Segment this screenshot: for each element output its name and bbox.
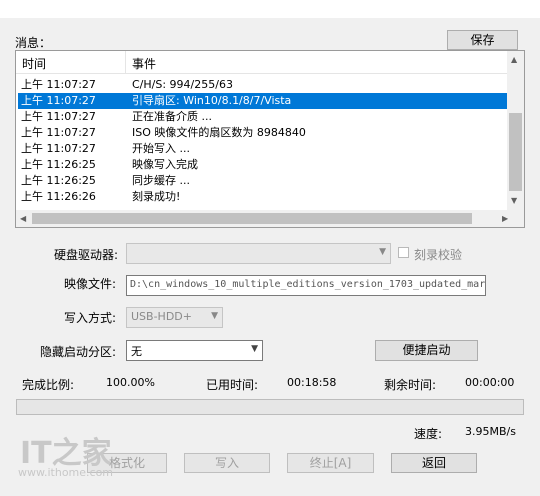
scroll-right-icon[interactable]: ▶ — [502, 214, 508, 224]
hidden-partition-select[interactable]: 无 ▼ — [126, 340, 263, 361]
scroll-down-icon[interactable]: ▼ — [511, 196, 517, 206]
remaining-label: 剩余时间: — [384, 378, 437, 392]
ithome-url: www.ithome.com — [18, 466, 114, 479]
list-item-event: 引导扇区: Win10/8.1/8/7/Vista — [132, 94, 292, 107]
list-item-time: 上午 11:07:27 — [21, 94, 96, 107]
abort-button[interactable]: 终止[A] — [287, 453, 374, 473]
write-mode-label: 写入方式: — [64, 311, 117, 325]
image-file-label: 映像文件: — [64, 277, 117, 291]
chevron-down-icon: ▼ — [251, 344, 258, 354]
list-item-time: 上午 11:07:27 — [21, 78, 96, 91]
list-item[interactable]: 上午 11:26:25 同步缓存 ... — [18, 173, 508, 189]
list-item-time: 上午 11:26:25 — [21, 158, 96, 171]
list-item[interactable]: 上午 11:26:26 刻录成功! — [18, 189, 508, 205]
list-item[interactable]: 上午 11:26:25 映像写入完成 — [18, 157, 508, 173]
verify-checkbox[interactable] — [398, 247, 409, 258]
scroll-up-icon[interactable]: ▲ — [511, 55, 517, 65]
list-item[interactable]: 上午 11:07:27 开始写入 ... — [18, 141, 508, 157]
list-item-event: 同步缓存 ... — [132, 174, 190, 187]
list-item[interactable]: 上午 11:07:27 ISO 映像文件的扇区数为 8984840 — [18, 125, 508, 141]
list-item-time: 上午 11:26:26 — [21, 190, 96, 203]
column-time[interactable]: 时间 — [22, 55, 46, 72]
vertical-scrollbar[interactable]: ▲ ▼ — [507, 51, 524, 211]
write-button[interactable]: 写入 — [184, 453, 270, 473]
write-mode-select[interactable]: USB-HDD+ ▼ — [126, 307, 223, 328]
disk-drive-select[interactable]: ▼ — [126, 243, 391, 264]
list-item-event: ISO 映像文件的扇区数为 8984840 — [132, 126, 306, 139]
column-event[interactable]: 事件 — [132, 55, 156, 72]
write-mode-value: USB-HDD+ — [131, 310, 192, 323]
elapsed-value: 00:18:58 — [287, 376, 337, 389]
list-item[interactable]: 上午 11:07:27 C/H/S: 994/255/63 — [18, 77, 508, 93]
list-item-event: 刻录成功! — [132, 190, 181, 203]
speed-value: 3.95MB/s — [465, 425, 516, 438]
message-list[interactable]: 时间 事件 上午 11:07:27 C/H/S: 994/255/63 上午 11:… — [15, 50, 525, 228]
list-item-time: 上午 11:26:25 — [21, 174, 96, 187]
back-button[interactable]: 返回 — [391, 453, 477, 473]
verify-label: 刻录校验 — [414, 248, 463, 262]
chevron-down-icon: ▼ — [379, 247, 386, 257]
messages-label: 消息： — [15, 36, 52, 50]
speed-label: 速度: — [414, 427, 443, 441]
list-item-event: 正在准备介质 ... — [132, 110, 212, 123]
list-item-event: 开始写入 ... — [132, 142, 190, 155]
list-item[interactable]: 上午 11:07:27 引导扇区: Win10/8.1/8/7/Vista — [18, 93, 508, 109]
complete-value: 100.00% — [106, 376, 155, 389]
progress-bar — [16, 399, 524, 415]
list-item-time: 上午 11:07:27 — [21, 142, 96, 155]
list-item-event: 映像写入完成 — [132, 158, 198, 171]
chevron-down-icon: ▼ — [211, 311, 218, 321]
quick-boot-button[interactable]: 便捷启动 — [375, 340, 478, 361]
remaining-value: 00:00:00 — [465, 376, 515, 389]
image-file-field[interactable]: D:\cn_windows_10_multiple_editions_versi… — [126, 275, 486, 296]
hidden-partition-label: 隐藏启动分区: — [40, 345, 117, 359]
list-item-time: 上午 11:07:27 — [21, 110, 96, 123]
list-item-time: 上午 11:07:27 — [21, 126, 96, 139]
disk-drive-label: 硬盘驱动器: — [54, 248, 119, 262]
scroll-left-icon[interactable]: ◀ — [20, 214, 26, 224]
complete-label: 完成比例: — [22, 378, 75, 392]
horizontal-scroll-thumb[interactable] — [32, 213, 472, 224]
list-header: 时间 事件 — [16, 51, 508, 74]
vertical-scroll-thumb[interactable] — [509, 113, 522, 191]
column-separator — [125, 51, 126, 73]
list-item-event: C/H/S: 994/255/63 — [132, 78, 233, 91]
list-item[interactable]: 上午 11:07:27 正在准备介质 ... — [18, 109, 508, 125]
top-strip — [0, 0, 540, 18]
image-file-value: D:\cn_windows_10_multiple_editions_versi… — [130, 279, 486, 290]
save-button[interactable]: 保存 — [447, 30, 518, 50]
hidden-partition-value: 无 — [131, 345, 142, 358]
horizontal-scrollbar[interactable]: ◀ ▶ — [16, 210, 524, 227]
elapsed-label: 已用时间: — [206, 378, 259, 392]
